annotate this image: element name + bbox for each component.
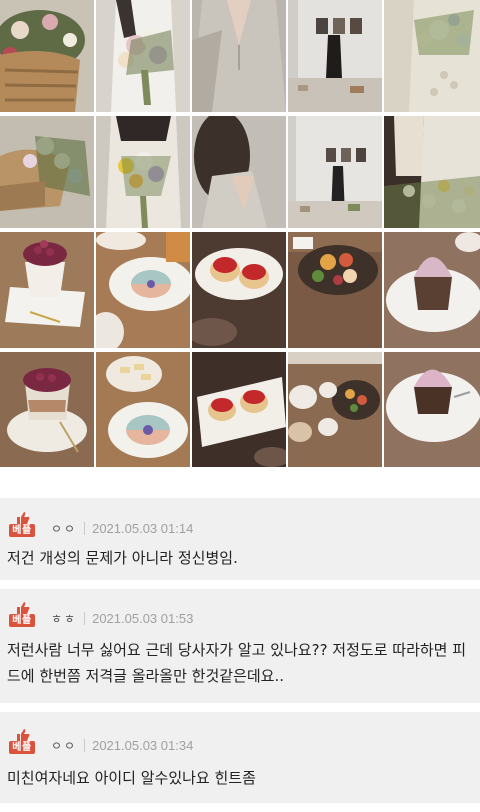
wildflowers-photo[interactable] <box>384 116 480 228</box>
strawberry-scones-photo[interactable] <box>192 232 286 348</box>
comment-date: 2021.05.03 01:14 <box>92 520 194 536</box>
comment-meta: 베플 ㅎㅎ 2021.05.03 01:53 <box>7 602 194 629</box>
pink-cupcake-photo[interactable] <box>384 232 480 348</box>
knit-sweater-photo[interactable] <box>192 0 286 112</box>
best-badge-label: 베플 <box>9 741 35 754</box>
photo-grid <box>0 0 480 483</box>
comment-text: 저런사람 너무 싫어요 근데 당사자가 알고 있나요?? 저정도로 따라하면 피… <box>7 641 467 685</box>
flower-basket-photo-2[interactable] <box>0 116 94 228</box>
pink-cupcake-photo-2[interactable] <box>384 352 480 467</box>
best-badge-label: 베플 <box>9 614 35 627</box>
gallery-woman-photo[interactable] <box>288 0 382 112</box>
thumbs-up-icon <box>17 729 30 741</box>
best-badge: 베플 <box>7 729 37 754</box>
scones-on-tray-photo[interactable] <box>192 352 286 467</box>
flower-basket-photo[interactable] <box>0 0 94 112</box>
comment-text: 미친여자네요 아이디 알수있나요 힌트좀 <box>7 769 256 787</box>
comment-author[interactable]: ㅇㅇ <box>51 520 77 537</box>
comment-meta: 베플 ㅇㅇ 2021.05.03 01:34 <box>7 729 194 756</box>
meta-divider <box>84 611 86 625</box>
flowers-lace-blouse-photo[interactable] <box>384 0 480 112</box>
raspberry-dessert-photo[interactable] <box>0 232 94 348</box>
pastel-plate-photo[interactable] <box>96 232 190 348</box>
section-gap <box>0 483 480 498</box>
comment-author[interactable]: ㅇㅇ <box>51 737 77 754</box>
wavy-hair-woman-photo[interactable] <box>192 116 286 228</box>
comment-author[interactable]: ㅎㅎ <box>51 610 77 627</box>
comment-date: 2021.05.03 01:53 <box>92 610 194 626</box>
meta-divider <box>84 521 86 535</box>
thumbs-up-icon <box>17 602 30 614</box>
best-badge-label: 베플 <box>9 524 35 537</box>
gallery-woman-photo-2[interactable] <box>288 116 382 228</box>
comment-item: 베플 ㅇㅇ 2021.05.03 01:14 저건 개성의 문제가 아니라 정신… <box>0 498 480 580</box>
comment-text: 저건 개성의 문제가 아니라 정신병임. <box>7 549 238 567</box>
meta-divider <box>84 738 86 752</box>
fruit-salad-bowl-photo[interactable] <box>288 232 382 348</box>
thumbs-up-icon <box>17 512 30 524</box>
comment-item: 베플 ㅇㅇ 2021.05.03 01:34 미친여자네요 아이디 알수있나요 … <box>0 712 480 803</box>
comment-date: 2021.05.03 01:34 <box>92 737 194 753</box>
woman-holding-flowers-photo[interactable] <box>96 116 190 228</box>
best-comments-list: 베플 ㅇㅇ 2021.05.03 01:14 저건 개성의 문제가 아니라 정신… <box>0 498 480 803</box>
comment-item: 베플 ㅎㅎ 2021.05.03 01:53 저런사람 너무 싫어요 근데 당사… <box>0 589 480 703</box>
woman-holding-bouquet-photo[interactable] <box>96 0 190 112</box>
best-badge: 베플 <box>7 602 37 627</box>
table-spread-photo[interactable] <box>288 352 382 467</box>
pastel-plate-photo-2[interactable] <box>96 352 190 467</box>
best-badge: 베플 <box>7 512 37 537</box>
raspberry-parfait-photo[interactable] <box>0 352 94 467</box>
comment-meta: 베플 ㅇㅇ 2021.05.03 01:14 <box>7 512 194 539</box>
